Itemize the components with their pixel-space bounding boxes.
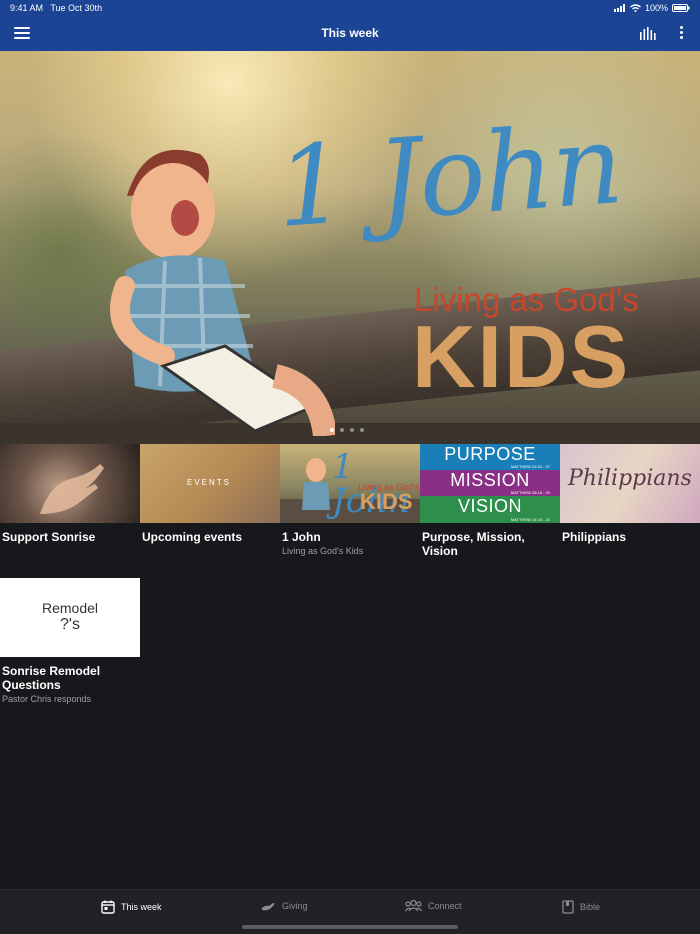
hero-banner[interactable]: 1 John Living as God's KIDS [0,51,700,444]
thumb-text: Philippians [568,466,692,491]
wifi-icon [630,4,641,12]
status-time: 9:41 AM [10,3,44,13]
hero-title: 1 John [271,100,626,252]
tab-connect[interactable]: Connect [405,900,462,912]
tab-label: Bible [580,902,601,912]
card-title: Support Sonrise [2,530,96,544]
battery-icon [672,4,690,12]
battery-percent: 100% [644,3,668,13]
thumb-line-2: ?'s [60,616,80,633]
card-title: Purpose, Mission, Vision [422,530,525,558]
thumb-line-1: Remodel [41,600,99,616]
tab-giving[interactable]: Giving [261,900,308,912]
status-time-date: 9:41 AM Tue Oct 30th [10,3,102,13]
status-indicators: 100% [613,3,690,13]
page-dot[interactable] [360,428,364,432]
card-thumbnail: Philippians [560,444,700,523]
card-upcoming-events[interactable]: EVENTS Upcoming events [140,444,280,544]
home-indicator[interactable] [242,925,458,929]
card-title: Upcoming events [142,530,243,544]
card-thumbnail [0,444,140,523]
card-subtitle: Living as God's Kids [282,546,364,556]
status-bar: 9:41 AM Tue Oct 30th 100% [0,0,700,16]
card-thumbnail: PURPOSE MATTHEW 22:34 - 37 MISSION MATTHEW… [420,444,560,523]
purpose-band: PURPOSE MATTHEW 22:34 - 37 [420,444,560,470]
card-sonrise-remodel-questions[interactable]: Remodel ?'s Sonrise Remodel Questions Pa… [0,578,140,704]
card-thumbnail: EVENTS [140,444,280,523]
signal-icon [613,4,625,12]
tab-label: Connect [428,901,462,911]
people-icon [405,900,422,912]
page-dot[interactable] [330,428,334,432]
more-options-icon[interactable] [678,26,684,40]
card-title: Sonrise Remodel Questions [2,664,101,692]
card-subtitle: Pastor Chris responds [2,694,92,704]
nav-bar: This week [0,16,700,51]
mission-band: MISSION MATTHEW 28:18 - 20 [420,470,560,496]
carousel-page-indicator[interactable] [330,428,364,432]
page-dot[interactable] [340,428,344,432]
tab-label: This week [121,902,162,912]
status-date: Tue Oct 30th [50,3,103,13]
audio-bars-icon[interactable] [640,27,656,40]
vision-band: VISION MATTHEW 14:15 - 21 [420,496,560,523]
card-thumbnail: Remodel ?'s [0,578,140,657]
giving-hand-icon [262,903,275,911]
card-purpose-mission-vision[interactable]: PURPOSE MATTHEW 22:34 - 37 MISSION MATTHEW… [420,444,560,558]
card-thumbnail: 1 John Living as God's KIDS [280,444,420,523]
card-1-john[interactable]: 1 John Living as God's KIDS 1 John Livin… [280,444,420,556]
thumb-text: EVENTS [187,478,232,487]
page-title: This week [321,26,379,40]
card-philippians[interactable]: Philippians Philippians [560,444,700,544]
card-title: Philippians [562,530,627,544]
open-hand-image [40,464,104,514]
hero-kids: KIDS [412,307,631,406]
tab-this-week[interactable]: This week [101,900,162,914]
calendar-icon [101,900,115,914]
tab-bible[interactable]: Bible [562,900,600,914]
tab-label: Giving [282,901,308,911]
card-support-sonrise[interactable]: Support Sonrise [0,444,140,544]
thumb-kids: KIDS [360,489,413,514]
card-title: 1 John [282,530,321,544]
page-dot[interactable] [350,428,354,432]
book-icon [562,900,574,914]
